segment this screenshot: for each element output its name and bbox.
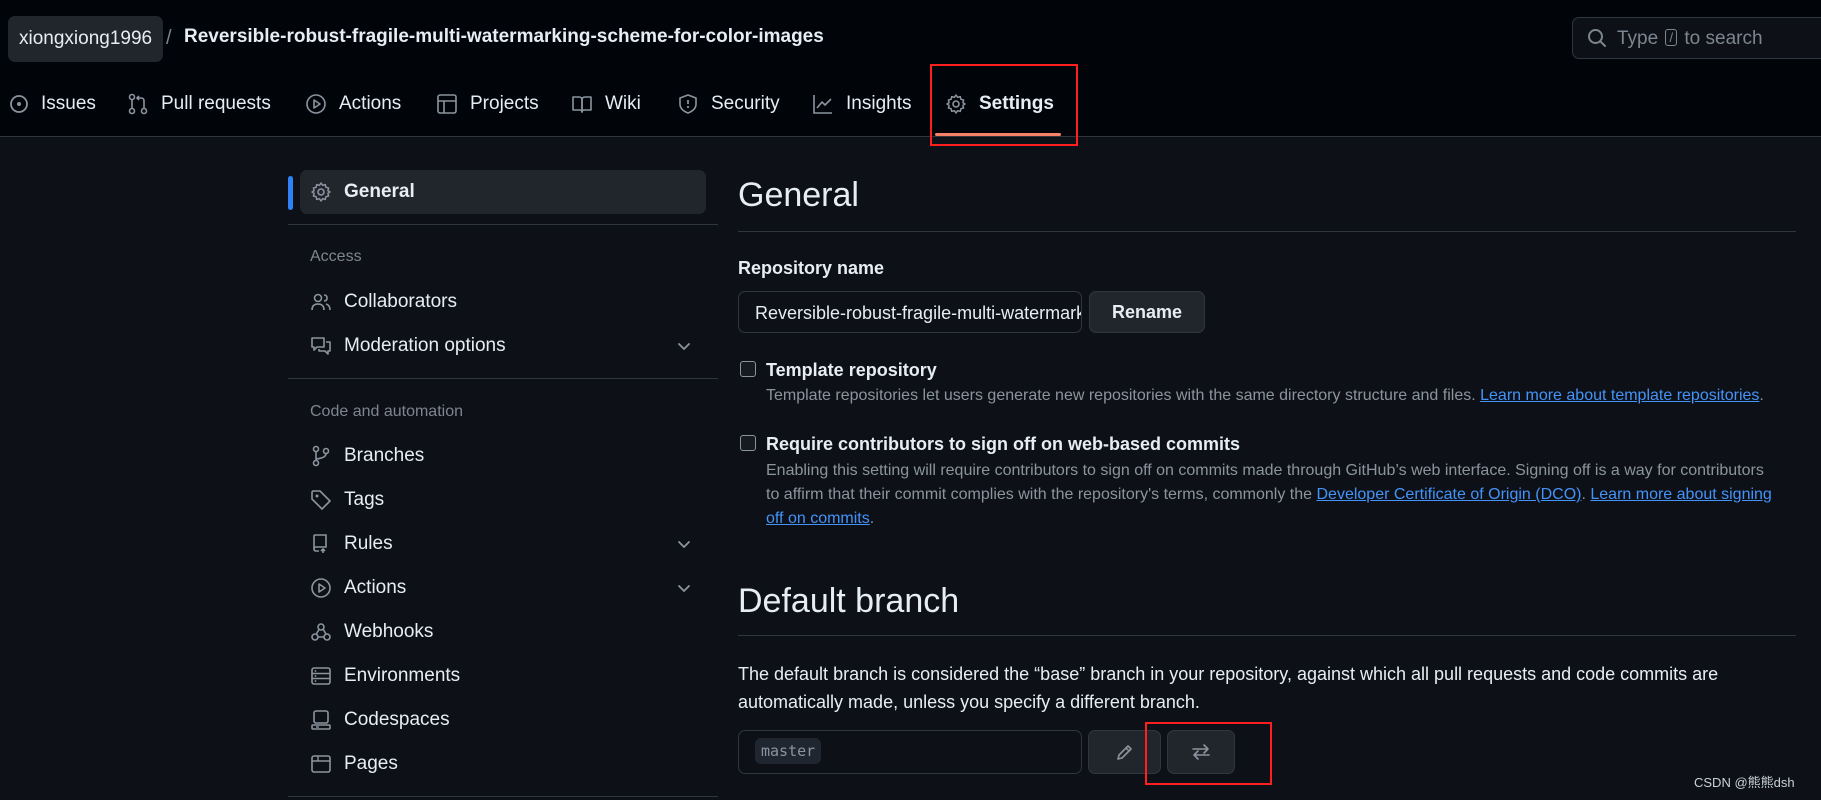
sidebar-item-label: Tags <box>344 489 385 510</box>
codespaces-icon <box>311 710 331 730</box>
comment-discussion-icon <box>311 337 331 355</box>
sidebar-divider <box>288 378 718 379</box>
sidebar-item-actions[interactable]: Actions <box>310 573 406 603</box>
repo-header: xiongxiong1996 / Reversible-robust-fragi… <box>0 0 1821 137</box>
chevron-down-icon[interactable] <box>676 580 692 596</box>
tab-wiki[interactable]: Wiki <box>571 86 641 122</box>
description-text-mid: . <box>1581 486 1586 503</box>
sidebar-item-branches[interactable]: Branches <box>310 441 424 471</box>
sidebar-divider <box>288 796 718 797</box>
sidebar-item-tags[interactable]: Tags <box>310 485 384 515</box>
owner-link[interactable]: xiongxiong1996 <box>8 16 164 62</box>
browser-icon <box>311 755 331 773</box>
page-title: General <box>738 176 859 214</box>
sidebar-item-label: Collaborators <box>344 291 457 312</box>
repo-push-icon <box>313 534 327 553</box>
server-icon <box>311 667 331 685</box>
learn-more-template-link[interactable]: Learn more about template repositories <box>1480 387 1759 404</box>
default-branch-field: master <box>738 730 1082 774</box>
annotation-box-settings <box>930 64 1078 146</box>
sidebar-item-collaborators[interactable]: Collaborators <box>310 287 457 317</box>
csdn-watermark: CSDN @熊熊dsh <box>1694 775 1795 790</box>
repository-name-input[interactable]: Reversible-robust-fragile-multi-watermar… <box>738 291 1082 333</box>
branch-name-chip: master <box>755 738 822 764</box>
tab-insights[interactable]: Insights <box>812 86 911 122</box>
tab-label: Wiki <box>605 93 641 114</box>
sidebar-item-rules[interactable]: Rules <box>310 529 393 559</box>
pencil-icon <box>1116 745 1132 760</box>
sidebar-item-pages[interactable]: Pages <box>310 749 398 779</box>
book-icon <box>572 96 592 113</box>
search-placeholder-post: to search <box>1684 28 1763 49</box>
require-signoff-label: Require contributors to sign off on web-… <box>766 434 1241 454</box>
breadcrumb-separator: / <box>166 27 172 49</box>
sidebar-item-label: Rules <box>344 533 393 554</box>
sidebar-item-label: Pages <box>344 753 398 774</box>
tag-icon <box>311 490 331 510</box>
search-input[interactable]: Type / to search <box>1572 17 1821 59</box>
sidebar-item-label: Branches <box>344 445 425 466</box>
sidebar-divider <box>288 224 718 225</box>
sidebar-item-label: General <box>344 181 415 202</box>
default-branch-description: The default branch is considered the “ba… <box>738 664 1719 712</box>
git-pull-request-icon <box>128 93 148 115</box>
tab-security[interactable]: Security <box>677 86 780 122</box>
sidebar-heading-access: Access <box>310 248 362 265</box>
sidebar-item-environments[interactable]: Environments <box>310 661 460 691</box>
section-divider <box>738 635 1796 636</box>
tab-label: Insights <box>846 93 912 114</box>
git-branch-icon <box>312 445 330 467</box>
tab-label: Issues <box>41 93 96 114</box>
graph-icon <box>813 95 832 114</box>
selected-indicator <box>288 176 293 210</box>
sidebar-item-label: Actions <box>344 577 407 598</box>
description-text-end: . <box>869 510 875 527</box>
annotation-box-switch-branch <box>1145 722 1272 785</box>
tab-label: Security <box>711 93 780 114</box>
repository-name-label: Repository name <box>738 258 885 278</box>
repo-name-link[interactable]: Reversible-robust-fragile-multi-watermar… <box>184 26 824 48</box>
issue-opened-icon <box>10 95 28 113</box>
sidebar-item-codespaces[interactable]: Codespaces <box>310 705 450 735</box>
tab-projects[interactable]: Projects <box>436 86 539 122</box>
template-repository-label: Template repository <box>766 360 937 380</box>
chevron-down-icon[interactable] <box>676 338 692 354</box>
require-signoff-checkbox[interactable] <box>740 435 756 451</box>
sidebar-item-label: Codespaces <box>344 709 450 730</box>
require-signoff-description: Enabling this setting will require contr… <box>766 459 1776 531</box>
sidebar-item-moderation-options[interactable]: Moderation options <box>310 331 506 361</box>
tab-actions[interactable]: Actions <box>305 86 401 122</box>
chevron-down-icon[interactable] <box>676 536 692 552</box>
tab-issues[interactable]: Issues <box>9 86 96 122</box>
default-branch-heading: Default branch <box>738 582 960 620</box>
dco-link[interactable]: Developer Certificate of Origin (DCO) <box>1317 486 1582 503</box>
sidebar-item-label: Environments <box>344 665 461 686</box>
tab-label: Pull requests <box>161 93 271 114</box>
sidebar-item-label: Moderation options <box>344 335 506 356</box>
table-icon <box>437 94 457 114</box>
search-shortcut-key: / <box>1665 29 1678 46</box>
sidebar-heading-code-automation: Code and automation <box>310 403 463 420</box>
people-icon <box>311 293 331 311</box>
play-icon <box>306 94 326 114</box>
rename-button[interactable]: Rename <box>1089 291 1205 333</box>
gear-icon <box>311 182 331 202</box>
sidebar-item-label: Webhooks <box>344 621 434 642</box>
tab-label: Projects <box>470 93 539 114</box>
search-placeholder: Type / to search <box>1617 28 1763 50</box>
template-repository-checkbox[interactable] <box>740 361 756 377</box>
shield-icon <box>679 94 697 114</box>
search-icon <box>1588 29 1606 47</box>
webhook-icon <box>311 623 331 641</box>
description-text: Template repositories let users generate… <box>766 387 1476 404</box>
sidebar-item-general-label-row: General <box>310 177 415 207</box>
tab-label: Actions <box>339 93 402 114</box>
tab-pull-requests[interactable]: Pull requests <box>127 86 271 122</box>
section-divider <box>738 231 1796 232</box>
sidebar-item-webhooks[interactable]: Webhooks <box>310 617 433 647</box>
play-icon <box>311 578 331 598</box>
search-placeholder-pre: Type <box>1617 28 1659 49</box>
template-repository-description: Template repositories let users generate… <box>766 384 1796 408</box>
description-text-end: . <box>1759 387 1764 404</box>
